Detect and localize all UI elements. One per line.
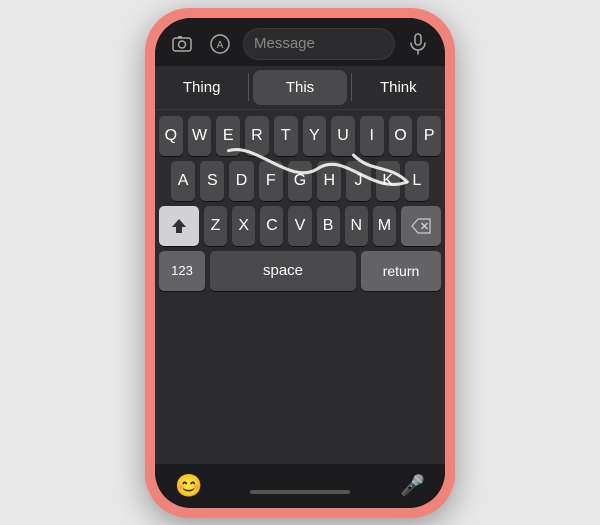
emoji-icon[interactable]: 😊 [175,473,202,499]
phone-screen: A Message Thing This [155,18,445,508]
key-s[interactable]: S [200,161,224,201]
key-u[interactable]: U [331,116,355,156]
key-r[interactable]: R [245,116,269,156]
key-q[interactable]: Q [159,116,183,156]
key-w[interactable]: W [188,116,212,156]
key-e[interactable]: E [216,116,240,156]
autocomplete-thing[interactable]: Thing [155,66,248,109]
top-bar: A Message [155,18,445,66]
key-h[interactable]: H [317,161,341,201]
key-y[interactable]: Y [303,116,327,156]
key-n[interactable]: N [345,206,368,246]
key-k[interactable]: K [376,161,400,201]
key-b[interactable]: B [317,206,340,246]
autocomplete-divider-left [248,73,249,101]
app-store-icon[interactable]: A [205,29,235,59]
autocomplete-bar: Thing This Think [155,66,445,110]
camera-icon[interactable] [167,29,197,59]
mic-icon-top[interactable] [403,29,433,59]
key-v[interactable]: V [288,206,311,246]
message-placeholder: Message [254,35,315,52]
keyboard: Q W E R T Y U I O P A S D F G H J K [155,110,445,464]
mic-icon-bottom[interactable]: 🎤 [400,473,425,498]
keyboard-row-3: Z X C V B N M [159,206,441,246]
key-return[interactable]: return [361,251,441,291]
key-p[interactable]: P [417,116,441,156]
bottom-bar: 😊 🎤 [155,464,445,508]
key-shift[interactable] [159,206,199,246]
keyboard-row-1: Q W E R T Y U I O P [159,116,441,156]
key-c[interactable]: C [260,206,283,246]
key-x[interactable]: X [232,206,255,246]
phone-frame: A Message Thing This [145,8,455,518]
key-f[interactable]: F [259,161,283,201]
svg-text:A: A [217,40,224,51]
key-a[interactable]: A [171,161,195,201]
keyboard-row-2: A S D F G H J K L [159,161,441,201]
key-i[interactable]: I [360,116,384,156]
key-z[interactable]: Z [204,206,227,246]
key-l[interactable]: L [405,161,429,201]
home-indicator [250,490,350,494]
keyboard-row-4: 123 space return [159,251,441,291]
key-g[interactable]: G [288,161,312,201]
key-m[interactable]: M [373,206,396,246]
key-t[interactable]: T [274,116,298,156]
autocomplete-this[interactable]: This [253,70,346,105]
key-numbers[interactable]: 123 [159,251,205,291]
autocomplete-think[interactable]: Think [352,66,445,109]
key-o[interactable]: O [389,116,413,156]
key-space[interactable]: space [210,251,356,291]
key-backspace[interactable] [401,206,441,246]
key-d[interactable]: D [229,161,253,201]
message-input[interactable]: Message [243,28,395,60]
key-j[interactable]: J [346,161,370,201]
